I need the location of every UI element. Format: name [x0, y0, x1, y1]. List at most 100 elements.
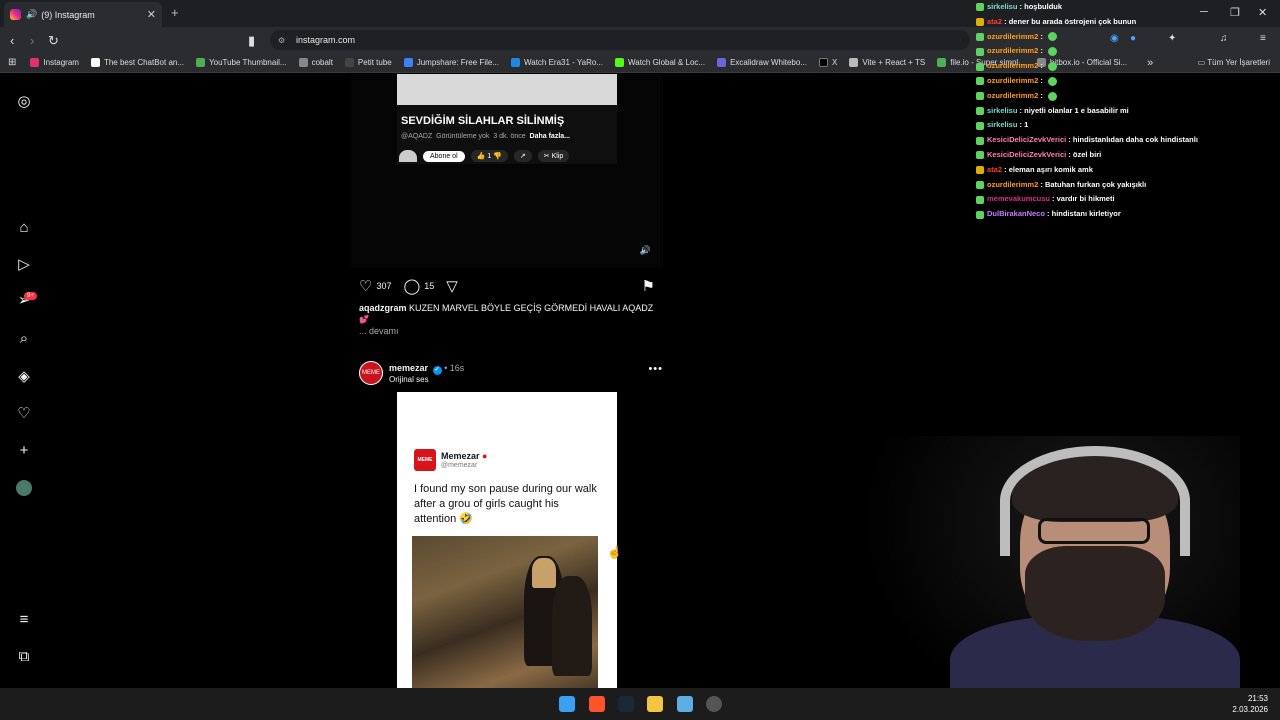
bookmark-item[interactable]: X — [818, 58, 837, 67]
chat-text: 1 — [1024, 120, 1029, 130]
memezar-logo-icon: MEME — [414, 449, 436, 471]
chat-emote-icon — [1047, 32, 1057, 42]
bookmark-item[interactable]: YouTube Thumbnail... — [196, 58, 287, 67]
post-caption: aqadzgram KUZEN MARVEL BÖYLE GEÇİŞ GÖRME… — [359, 302, 655, 326]
apps-grid-icon[interactable]: ⊞ — [8, 57, 16, 68]
verified-badge-icon: ✓ — [432, 366, 442, 375]
bookmark-page-icon[interactable]: ▮ — [248, 33, 255, 49]
chat-message: KesiciDeliciZevkVerici : hindistanlıdan … — [976, 133, 1276, 148]
explore-icon[interactable]: ◈ — [14, 366, 34, 386]
share-send-icon[interactable]: ▽ — [446, 279, 458, 294]
scissors-icon: ✂ — [543, 153, 550, 160]
chat-message: ozurdilerimm2 : — [976, 30, 1276, 45]
youtube-views: Görüntüleme yok — [436, 133, 490, 140]
caption-username[interactable]: aqadzgram — [359, 303, 407, 313]
hand-cursor-icon: ☝ — [607, 545, 622, 559]
clock-time: 21:53 — [1247, 694, 1268, 703]
back-icon[interactable]: ‹ — [10, 33, 14, 48]
obs-icon[interactable] — [706, 696, 722, 712]
bookmark-item[interactable]: Petit tube — [344, 58, 392, 67]
close-tab-icon[interactable]: ✕ — [147, 8, 156, 21]
chat-message: DulBirakanNeco : hindistanı kirletiyor — [976, 207, 1276, 222]
more-link[interactable]: ... devamı — [359, 326, 399, 336]
bookmark-item[interactable]: Instagram — [30, 58, 79, 67]
chat-message: KesiciDeliciZevkVerici : özel biri — [976, 148, 1276, 163]
post-audio[interactable]: Orijinal ses — [389, 375, 429, 384]
bookmark-item[interactable]: Watch Global & Loc... — [614, 58, 706, 67]
tweet-video-frame — [412, 536, 598, 688]
bookmark-item[interactable]: The best ChatBot an... — [90, 58, 184, 67]
browser-tab[interactable]: 🔊 (9) Instagram ✕ — [4, 2, 162, 27]
bookmark-favicon-icon — [717, 58, 727, 67]
chat-text: Batuhan furkan çok yakışıklı — [1044, 179, 1147, 189]
reload-icon[interactable]: ↻ — [48, 33, 59, 49]
post-author-avatar[interactable]: MEME — [359, 361, 383, 385]
reels-icon[interactable]: ▷ — [14, 254, 34, 274]
home-icon[interactable]: ⌂ — [14, 217, 34, 237]
bookmark-item[interactable]: Watch Era31 - YaRo... — [510, 58, 603, 67]
bookmark-favicon-icon — [298, 58, 308, 67]
windows-start-icon[interactable] — [559, 696, 575, 712]
chat-badge-icon — [976, 180, 984, 189]
thumb-down-icon: 👎 — [493, 153, 502, 160]
profile-avatar[interactable] — [14, 478, 34, 498]
tweet-card: MEME Memezar ● @memezar I found my son p… — [397, 392, 617, 688]
chat-username: memevakumcusu — [987, 194, 1050, 204]
chat-emote-icon — [1047, 91, 1057, 101]
chat-badge-icon — [976, 32, 984, 41]
brave-browser-icon[interactable] — [589, 696, 605, 712]
chat-message: ozurdilerimm2 : — [976, 59, 1276, 74]
chat-text: hindistanı kirletiyor — [1051, 209, 1121, 219]
bookmark-label: Instagram — [43, 58, 79, 67]
file-explorer-icon[interactable] — [647, 696, 663, 712]
chat-username: sirkelisu — [987, 105, 1018, 115]
chat-username: KesiciDeliciZevkVerici — [987, 135, 1067, 145]
tweet-verified-icon: ● — [482, 451, 488, 461]
chat-badge-icon — [976, 92, 984, 101]
person-figure — [552, 576, 592, 676]
system-clock[interactable]: 21:53 2.03.2026 — [1232, 693, 1268, 715]
audio-toggle-icon[interactable]: 🔊 — [640, 245, 651, 256]
chat-username: ata2 — [987, 164, 1003, 174]
post-time: 16s — [449, 363, 465, 373]
chat-message: memevakumcusu : vardır bi hikmeti — [976, 192, 1276, 207]
instagram-logo-icon[interactable]: ◎ — [14, 91, 34, 111]
address-bar[interactable]: ⚙ instagram.com — [270, 30, 970, 50]
save-bookmark-icon[interactable]: ⚑ — [642, 277, 655, 295]
bookmark-label: Watch Global & Loc... — [627, 58, 706, 67]
url-text: instagram.com — [296, 35, 356, 45]
site-info-icon[interactable]: ⚙ — [278, 36, 285, 45]
chat-message: ozurdilerimm2 : — [976, 44, 1276, 59]
bookmark-item[interactable]: Excalidraw Whitebo... — [717, 58, 807, 67]
bookmark-favicon-icon — [849, 58, 859, 67]
chat-message: sirkelisu : 1 — [976, 118, 1276, 133]
chat-emote-icon — [1047, 62, 1057, 72]
post-video[interactable]: MEME Memezar ● @memezar I found my son p… — [351, 392, 663, 688]
new-tab-button[interactable]: + — [171, 5, 179, 20]
more-menu-icon[interactable]: ≡ — [14, 609, 34, 629]
comment-icon[interactable]: ◯ — [403, 279, 420, 294]
chat-message: ata2 : eleman aşırı komik amk — [976, 163, 1276, 178]
like-heart-icon[interactable]: ♡ — [359, 279, 372, 294]
app-icon[interactable] — [677, 696, 693, 712]
bookmark-item[interactable]: cobalt — [298, 58, 333, 67]
chat-message: ata2 : dener bu arada östrojeni çok bunu… — [976, 15, 1276, 30]
youtube-clip-label: Klip — [551, 153, 564, 160]
forward-icon[interactable]: › — [30, 33, 34, 48]
post-video[interactable]: SEVDİĞİM SİLAHLAR SİLİNMİŞ @AQADZ Görünt… — [351, 74, 663, 268]
search-icon[interactable]: ⌕ — [14, 328, 34, 348]
notifications-heart-icon[interactable]: ♡ — [14, 403, 34, 423]
bookmark-item[interactable]: Vite + React + TS — [849, 58, 925, 67]
chat-badge-icon — [976, 3, 984, 12]
also-from-meta-icon[interactable]: ⧉ — [14, 646, 34, 666]
bookmark-favicon-icon — [90, 58, 100, 67]
post-header: MEME memezar ✓ • 16s Orijinal ses ••• — [359, 361, 663, 387]
create-icon[interactable]: + — [14, 440, 34, 460]
chat-username: sirkelisu — [987, 2, 1018, 11]
more-options-icon[interactable]: ••• — [648, 363, 663, 375]
post-username[interactable]: memezar — [389, 363, 428, 373]
bookmark-item[interactable]: Jumpshare: Free File... — [403, 58, 499, 67]
youtube-more: Daha fazla... — [529, 133, 570, 140]
bookmark-favicon-icon — [344, 58, 354, 67]
steam-icon[interactable] — [618, 696, 634, 712]
